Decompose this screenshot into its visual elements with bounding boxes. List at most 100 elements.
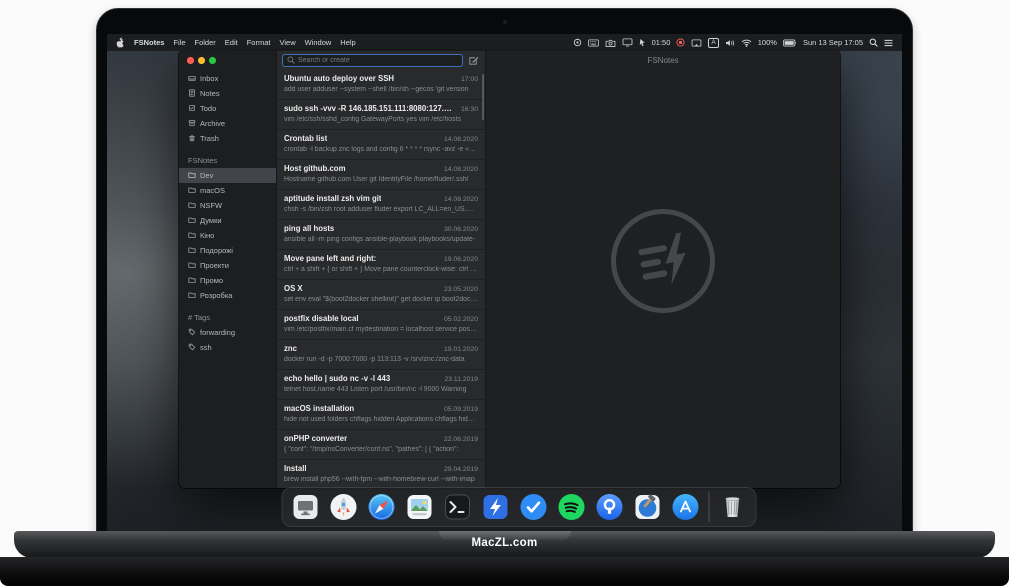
camera-icon[interactable] — [605, 39, 616, 47]
dock-spotify-icon[interactable] — [556, 492, 586, 522]
dock-system-display-icon[interactable] — [290, 492, 320, 522]
sidebar-folder-macos[interactable]: macOS — [179, 183, 276, 198]
spotlight-search-icon[interactable] — [869, 38, 878, 47]
sidebar-folder-kino[interactable]: Кіно — [179, 228, 276, 243]
volume-icon[interactable] — [725, 39, 735, 47]
note-title: znc — [284, 344, 297, 353]
sidebar-tag-forwarding[interactable]: forwarding — [179, 325, 276, 340]
note-snippet: docker run -d -p 7000:7000 -p 113:113 -v… — [284, 356, 478, 363]
sidebar-item-notes[interactable]: Notes — [179, 86, 276, 101]
apple-logo-icon[interactable] — [116, 37, 125, 48]
note-title: sudo ssh -vvv -R 146.185.151.111:8080:12… — [284, 104, 456, 113]
list-scrollbar[interactable] — [482, 74, 484, 120]
stop-recording-icon[interactable] — [676, 38, 685, 47]
desktop-wallpaper: FSNotes File Folder Edit Format View Win… — [107, 34, 902, 531]
sidebar-folder-label: Dev — [200, 171, 213, 180]
note-row[interactable]: macOS installation05.09.2019 hide not us… — [277, 400, 485, 430]
dock-app-store-icon[interactable] — [670, 492, 700, 522]
tag-icon — [188, 343, 196, 351]
new-note-button[interactable] — [467, 54, 480, 67]
screen-mirroring-icon[interactable] — [691, 39, 702, 47]
privacy-indicator-icon[interactable] — [573, 38, 582, 47]
sidebar-folder-dev[interactable]: Dev — [179, 168, 276, 183]
close-button[interactable] — [187, 57, 194, 64]
menu-folder[interactable]: Folder — [195, 38, 216, 47]
note-date: 30.06.2020 — [444, 226, 478, 233]
menu-list-icon[interactable] — [884, 39, 893, 47]
dock-xcode-icon[interactable] — [632, 492, 662, 522]
note-row[interactable]: Ubuntu auto deploy over SSH17:00 add use… — [277, 70, 485, 100]
note-row[interactable]: postfix disable local05.02.2020 vim /etc… — [277, 310, 485, 340]
dock-terminal-icon[interactable] — [442, 492, 472, 522]
note-row[interactable]: OS X23.05.2020 set env eval "$(boot2dock… — [277, 280, 485, 310]
menu-edit[interactable]: Edit — [225, 38, 238, 47]
dock-launchpad-icon[interactable] — [328, 492, 358, 522]
note-snippet: chsh -s /bin/zsh root adduser fluder exp… — [284, 206, 478, 213]
note-title: Move pane left and right: — [284, 254, 376, 263]
note-row[interactable]: Install29.04.2019 brew install php56 --w… — [277, 460, 485, 488]
pointer-icon[interactable] — [639, 38, 646, 47]
menu-window[interactable]: Window — [305, 38, 332, 47]
note-row[interactable]: ping all hosts30.06.2020 ansible all -m … — [277, 220, 485, 250]
menu-file[interactable]: File — [173, 38, 185, 47]
note-snippet: Hostname github.com User git IdentityFil… — [284, 176, 478, 183]
sidebar-folder-nsfw[interactable]: NSFW — [179, 198, 276, 213]
editor-pane[interactable]: FSNotes — [486, 50, 840, 488]
menu-help[interactable]: Help — [340, 38, 355, 47]
dock-things-icon[interactable] — [518, 492, 548, 522]
note-snippet: vim /etc/postfix/main.cf mydestination =… — [284, 326, 478, 333]
sidebar-item-inbox[interactable]: Inbox — [179, 71, 276, 86]
window-controls — [179, 50, 276, 64]
note-row[interactable]: znc19.01.2020 docker run -d -p 7000:7000… — [277, 340, 485, 370]
menu-format[interactable]: Format — [247, 38, 271, 47]
dock-safari-icon[interactable] — [366, 492, 396, 522]
note-row[interactable]: Host github.com14.08.2020 Hostname githu… — [277, 160, 485, 190]
note-title: echo hello | sudo nc -v -l 443 — [284, 374, 390, 383]
dock-preview-icon[interactable] — [404, 492, 434, 522]
sidebar-item-archive[interactable]: Archive — [179, 116, 276, 131]
note-date: 14.08.2020 — [444, 136, 478, 143]
search-row — [277, 50, 485, 70]
battery-percent[interactable]: 100% — [758, 38, 777, 47]
note-date: 23.05.2020 — [444, 286, 478, 293]
dock-1password-icon[interactable] — [594, 492, 624, 522]
notes-icon — [188, 89, 196, 97]
sidebar-tag-ssh[interactable]: ssh — [179, 340, 276, 355]
note-row[interactable]: echo hello | sudo nc -v -l 44323.11.2019… — [277, 370, 485, 400]
keyboard-icon[interactable] — [588, 39, 599, 47]
watermark-text: MacZL.com — [14, 537, 995, 549]
search-field[interactable] — [282, 54, 463, 67]
wifi-icon[interactable] — [741, 39, 752, 47]
sidebar: Inbox Notes Todo Archive — [179, 50, 276, 488]
sidebar-folder-promo[interactable]: Промо — [179, 273, 276, 288]
fsnotes-logo-icon — [632, 230, 694, 292]
folder-icon — [188, 231, 196, 239]
menu-view[interactable]: View — [279, 38, 295, 47]
note-row[interactable]: onPHP converter22.06.2019 { "conf": "/tm… — [277, 430, 485, 460]
minimize-button[interactable] — [198, 57, 205, 64]
sidebar-folder-proekty[interactable]: Проекти — [179, 258, 276, 273]
note-snippet: vim /etc/ssh/sshd_config GatewayPorts ye… — [284, 116, 478, 123]
todo-icon — [188, 104, 196, 112]
input-source-icon[interactable]: A — [708, 38, 718, 48]
note-row[interactable]: Move pane left and right:19.06.2020 ctrl… — [277, 250, 485, 280]
dock-blue-bolt-app-icon[interactable] — [480, 492, 510, 522]
menu-status-area: 01:50 A 100% Sun 13 Sep 17:05 — [573, 38, 893, 48]
note-row[interactable]: sudo ssh -vvv -R 146.185.151.111:8080:12… — [277, 100, 485, 130]
note-row[interactable]: Crontab list14.08.2020 crontab -l backup… — [277, 130, 485, 160]
battery-icon[interactable] — [783, 39, 797, 47]
sidebar-item-trash[interactable]: Trash — [179, 131, 276, 146]
sidebar-folder-dumky[interactable]: Думки — [179, 213, 276, 228]
dock-trash-icon[interactable] — [717, 492, 747, 522]
sidebar-folder-rozrobka[interactable]: Розробка — [179, 288, 276, 303]
note-date: 22.06.2019 — [444, 436, 478, 443]
zoom-button[interactable] — [209, 57, 216, 64]
note-row[interactable]: aptitude install zsh vim git14.08.2020 c… — [277, 190, 485, 220]
sidebar-item-todo[interactable]: Todo — [179, 101, 276, 116]
recording-timer[interactable]: 01:50 — [652, 38, 671, 47]
sidebar-folder-podorozhi[interactable]: Подорожі — [179, 243, 276, 258]
menu-clock[interactable]: Sun 13 Sep 17:05 — [803, 38, 863, 47]
menu-app-name[interactable]: FSNotes — [134, 38, 164, 47]
display-icon[interactable] — [622, 38, 633, 47]
search-input[interactable] — [298, 57, 458, 64]
